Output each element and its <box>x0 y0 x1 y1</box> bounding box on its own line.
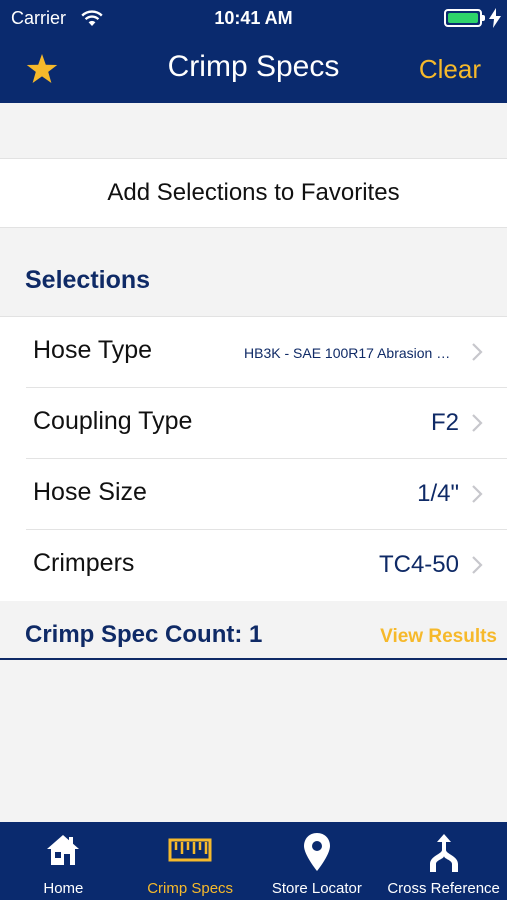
tab-crimp-specs[interactable]: Crimp Specs <box>127 822 254 900</box>
row-value: 1/4" <box>417 480 459 507</box>
selections-list: Hose Type HB3K - SAE 100R17 Abrasion Res… <box>0 316 507 601</box>
tab-home[interactable]: Home <box>0 822 127 900</box>
charging-bolt-icon <box>489 8 501 28</box>
crimpers-row[interactable]: Crimpers TC4-50 <box>0 530 507 601</box>
row-value: TC4-50 <box>378 551 459 578</box>
chevron-right-icon <box>472 343 483 361</box>
crimp-spec-count: Crimp Spec Count: 1 <box>25 621 263 648</box>
row-value: F2 <box>430 409 459 436</box>
status-bar: Carrier 10:41 AM <box>0 0 507 36</box>
tab-store-locator[interactable]: Store Locator <box>254 822 381 900</box>
top-bar: Carrier 10:41 AM Crimp Specs Clear <box>0 0 507 103</box>
branch-icon <box>429 834 458 872</box>
tab-cross-reference[interactable]: Cross Reference <box>380 822 507 900</box>
row-label: Crimpers <box>33 549 135 577</box>
coupling-type-row[interactable]: Coupling Type F2 <box>26 388 507 459</box>
add-to-favorites-button[interactable]: Add Selections to Favorites <box>0 158 507 228</box>
status-time: 10:41 AM <box>214 8 293 28</box>
tab-label: Home <box>43 880 84 897</box>
battery-icon <box>444 9 482 27</box>
chevron-right-icon <box>472 556 483 574</box>
chevron-right-icon <box>472 485 483 503</box>
map-pin-icon <box>303 833 330 871</box>
row-label: Hose Size <box>33 478 147 506</box>
clear-button[interactable]: Clear <box>419 54 481 85</box>
tab-label: Store Locator <box>271 880 362 897</box>
selections-header: Selections <box>25 266 151 294</box>
battery-tip <box>482 15 485 21</box>
tab-label: Crimp Specs <box>147 880 234 897</box>
row-label: Hose Type <box>33 336 153 364</box>
tab-label: Cross Reference <box>387 880 500 897</box>
row-label: Coupling Type <box>33 407 193 435</box>
tab-bar: Home Crimp Specs Store Locator Cross Ref… <box>0 822 507 900</box>
chevron-right-icon <box>472 414 483 432</box>
ruler-icon <box>168 838 212 862</box>
row-value: HB3K - SAE 100R17 Abrasion Resistant <box>244 345 459 361</box>
home-icon <box>47 835 80 865</box>
hose-size-row[interactable]: Hose Size 1/4" <box>26 459 507 530</box>
view-results-button[interactable]: View Results <box>380 626 497 648</box>
results-bar: Crimp Spec Count: 1 View Results <box>0 601 507 660</box>
hose-type-row[interactable]: Hose Type HB3K - SAE 100R17 Abrasion Res… <box>26 317 507 388</box>
